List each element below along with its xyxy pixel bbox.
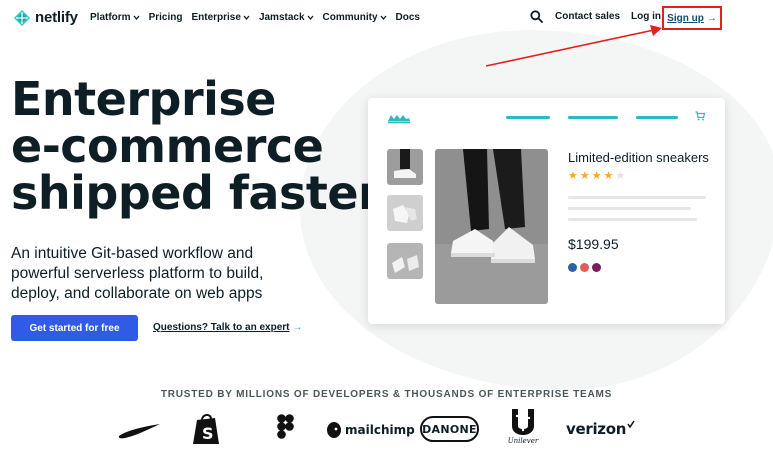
talk-to-expert-label: Questions? Talk to an expert [153,322,290,333]
cart-icon [695,111,705,121]
nav-links: Platform Pricing Enterprise Jamstack Com… [90,12,420,23]
star-icon: ★ [603,170,614,182]
nav-item-community[interactable]: Community [323,12,387,23]
nav-placeholder-bar [568,116,618,119]
nav-item-label: Enterprise [191,12,241,23]
color-swatch [580,263,589,272]
star-icon: ★ [568,170,578,182]
trusted-heading: TRUSTED BY MILLIONS OF DEVELOPERS & THOU… [160,389,613,400]
annotation-arrow [485,25,662,67]
hero-title: Enterprise e-commerce shipped faster [11,72,381,220]
nav-placeholder-bar [506,116,550,119]
color-swatch [568,263,577,272]
brand-name: netlify [35,9,78,26]
danone-wordmark: DANONE [422,422,477,436]
figma-logo [277,414,294,439]
nav-placeholder-bar [636,116,678,119]
arrow-right-icon: → [292,322,303,333]
nav-item-enterprise[interactable]: Enterprise [191,12,250,23]
nike-logo [118,424,160,439]
product-main-image [435,149,548,304]
star-icon: ★ [579,170,590,182]
netlify-diamond-icon [14,9,30,26]
contact-sales-link[interactable]: Contact sales [555,11,620,22]
verizon-logo: verizon [566,420,635,438]
nav-item-jamstack[interactable]: Jamstack [259,12,314,23]
sneaker-logo-icon [388,115,410,124]
nav-item-docs[interactable]: Docs [396,12,420,23]
log-in-link[interactable]: Log in [631,11,661,22]
shopify-logo: S [193,414,219,444]
netlify-logo[interactable]: netlify [14,9,78,26]
star-icon: ★ [591,170,602,182]
arrow-right-icon: → [706,12,717,24]
hero-subtitle: An intuitive Git-based workflow and powe… [11,245,264,302]
product-rating: ★ ★ ★ ★ ★ [568,169,625,182]
nav-item-label: Pricing [148,12,183,23]
text-placeholder-line [568,207,691,210]
hero-title-line: e-commerce [11,119,324,173]
nav-item-label: Docs [395,12,420,23]
text-placeholder-line [568,196,706,199]
product-title: Limited-edition sneakers [568,150,709,165]
nav-item-label: Platform [90,12,131,23]
text-placeholder-line [568,218,697,221]
star-empty-icon: ★ [615,170,626,182]
nav-item-pricing[interactable]: Pricing [149,12,183,23]
unilever-logo: Unilever [506,408,540,452]
color-swatches [568,263,601,272]
product-price: $199.95 [568,236,619,252]
product-thumbnail [387,243,423,279]
hero-title-line: Enterprise [11,72,277,126]
talk-to-expert-link[interactable]: Questions? Talk to an expert → [153,322,303,333]
unilever-u-icon [512,409,534,435]
mailchimp-logo: mailchimp [326,421,415,439]
svg-text:S: S [202,424,214,443]
product-thumbnail [387,149,423,185]
sign-up-label: Sign up [667,12,704,24]
sign-up-button[interactable]: Sign up → [662,6,722,30]
mailchimp-wordmark: mailchimp [345,423,415,437]
product-card-illustration: Limited-edition sneakers ★ ★ ★ ★ ★ $199.… [368,98,725,324]
danone-logo: DANONE [420,416,479,442]
color-swatch [592,263,601,272]
nav-item-platform[interactable]: Platform [90,12,140,23]
unilever-wordmark: Unilever [507,437,539,445]
chevron-down-icon [133,15,140,20]
chevron-down-icon [243,15,250,20]
hero-title-line: shipped faster [11,166,381,220]
chevron-down-icon [307,15,314,20]
mailchimp-freddie-icon [327,422,341,438]
nav-item-label: Jamstack [258,12,305,23]
nav-item-label: Community [322,12,378,23]
get-started-button[interactable]: Get started for free [11,315,138,341]
verizon-check-icon [627,420,635,429]
customer-logos: S mailchimp DANONE Unilever verizon [0,408,773,452]
chevron-down-icon [380,15,387,20]
verizon-wordmark: verizon [566,420,627,438]
product-thumbnail [387,195,423,231]
